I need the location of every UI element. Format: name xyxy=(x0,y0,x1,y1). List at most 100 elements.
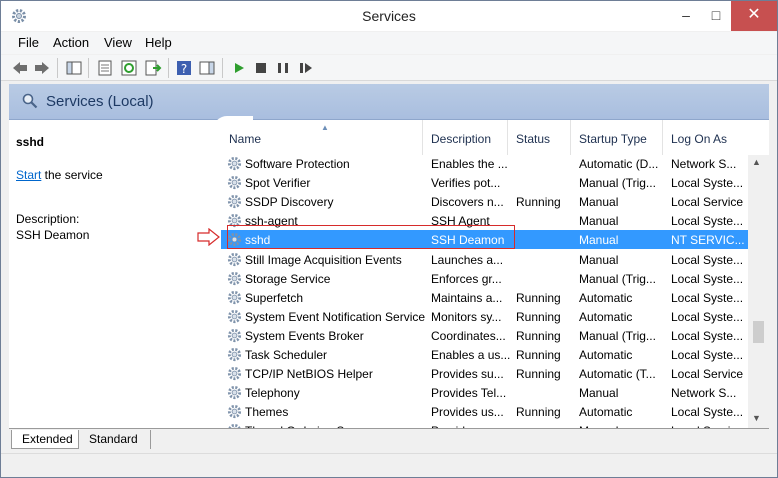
service-gear-icon xyxy=(227,252,242,267)
service-status-cell: Running xyxy=(516,195,561,210)
service-description-cell: Monitors sy... xyxy=(431,309,502,324)
service-startup-cell: Automatic (D... xyxy=(579,157,659,171)
menu-bar: File Action View Help xyxy=(1,32,777,54)
service-name-cell: sshd xyxy=(245,233,271,248)
close-button[interactable]: ✕ xyxy=(731,1,777,31)
service-gear-icon xyxy=(227,175,242,190)
table-row[interactable]: TCP/IP NetBIOS Helper Provides su... Runni… xyxy=(221,364,748,383)
service-startup-cell: Automatic xyxy=(579,348,633,362)
maximize-button[interactable]: □ xyxy=(701,1,731,31)
service-logon-cell: Network S... xyxy=(671,386,737,401)
table-row[interactable]: SSDP Discovery Discovers n... Running Manua… xyxy=(221,192,748,211)
description-value: SSH Deamon xyxy=(16,228,90,242)
description-pane: sshd Start the service Description: SSH … xyxy=(9,120,221,428)
column-name-label: Name xyxy=(229,132,262,146)
service-logon-cell: NT SERVIC... xyxy=(671,233,745,248)
annotation-arrow-icon xyxy=(197,228,220,246)
service-logon-cell: Network S... xyxy=(671,157,737,171)
menu-file[interactable]: File xyxy=(18,35,39,50)
refresh-icon[interactable] xyxy=(120,59,138,77)
service-startup-cell: Automatic xyxy=(579,309,633,324)
service-status-cell: Running xyxy=(516,290,561,305)
tab-extended[interactable]: Extended xyxy=(11,430,79,449)
service-name-cell: ssh-agent xyxy=(245,214,298,229)
service-description-cell: Enables the ... xyxy=(431,157,508,171)
service-logon-cell: Local Syste... xyxy=(671,290,744,305)
column-header-name[interactable]: ▲ Name xyxy=(221,120,423,155)
table-row[interactable]: Thread Ordering ServerProvides or...Manu… xyxy=(221,421,748,428)
service-gear-icon xyxy=(227,385,242,400)
table-row[interactable]: Superfetch Maintains a... Running Automatic… xyxy=(221,288,748,307)
column-header-status[interactable]: Status xyxy=(508,120,571,155)
service-gear-icon xyxy=(227,290,242,305)
table-row[interactable]: Themes Provides us... Running Automatic Loca… xyxy=(221,402,748,421)
table-row[interactable]: Spot Verifier Verifies pot... Manual (Trig… xyxy=(221,173,748,192)
scroll-down-icon[interactable]: ▼ xyxy=(752,413,761,423)
service-name-cell: System Events Broker xyxy=(245,328,364,343)
table-row[interactable]: sshd SSH Deamon Manual NT SERVIC... xyxy=(221,230,748,250)
table-row[interactable]: Task Scheduler Enables a us... Running Auto… xyxy=(221,345,748,364)
minimize-button[interactable]: – xyxy=(671,1,701,31)
search-magnifier-icon xyxy=(22,93,38,109)
table-row[interactable]: Storage Service Enforces gr... Manual (Tri… xyxy=(221,269,748,288)
menu-help[interactable]: Help xyxy=(145,35,172,50)
start-service-line: Start the service xyxy=(16,168,103,182)
service-name-cell: System Event Notification Service xyxy=(245,309,425,324)
table-row[interactable]: Telephony Provides Tel... Manual Network S.… xyxy=(221,383,748,402)
services-window: Services – □ ✕ File Action View Help ? S… xyxy=(0,0,778,478)
service-startup-cell: Manual (Trig... xyxy=(579,328,656,343)
service-gear-icon xyxy=(227,328,242,343)
start-service-link[interactable]: Start xyxy=(16,168,41,182)
export-list-icon[interactable] xyxy=(144,59,162,77)
column-header-startup-type[interactable]: Startup Type xyxy=(571,120,663,155)
help-icon[interactable]: ? xyxy=(175,59,193,77)
stop-service-icon[interactable] xyxy=(252,59,270,77)
service-gear-icon xyxy=(227,194,242,209)
column-header-description[interactable]: Description xyxy=(423,120,508,155)
vertical-scrollbar[interactable]: ▲ ▼ xyxy=(748,155,769,428)
back-arrow-icon[interactable] xyxy=(11,59,29,77)
service-gear-icon xyxy=(227,366,242,381)
scroll-up-icon[interactable]: ▲ xyxy=(752,157,761,167)
scrollbar-thumb[interactable] xyxy=(753,321,764,343)
service-status-cell: Running xyxy=(516,348,561,362)
start-service-icon[interactable] xyxy=(230,59,248,77)
service-logon-cell: Local Syste... xyxy=(671,348,744,362)
show-action-pane-icon[interactable] xyxy=(198,59,216,77)
service-startup-cell: Manual xyxy=(579,233,619,248)
tab-standard[interactable]: Standard xyxy=(79,430,151,449)
pause-service-icon[interactable] xyxy=(274,59,292,77)
menu-view[interactable]: View xyxy=(104,35,132,50)
description-label: Description: xyxy=(16,212,80,226)
service-gear-icon xyxy=(227,271,242,286)
properties-icon[interactable] xyxy=(96,59,114,77)
service-logon-cell: Local Syste... xyxy=(671,214,744,229)
service-description-cell: Provides su... xyxy=(431,367,504,382)
table-row[interactable]: Still Image Acquisition Events Launches a… xyxy=(221,250,748,269)
table-row[interactable]: System Event Notification Service Monitor… xyxy=(221,307,748,326)
services-local-header: Services (Local) xyxy=(9,84,769,120)
service-description-cell: Launches a... xyxy=(431,252,504,267)
table-row[interactable]: Software Protection Enables the ... Automa… xyxy=(221,154,748,173)
column-header-log-on-as[interactable]: Log On As xyxy=(663,120,748,155)
show-hide-console-tree-icon[interactable] xyxy=(65,59,83,77)
service-gear-icon xyxy=(227,309,242,324)
table-row[interactable]: ssh-agent SSH Agent Manual Local Syste... xyxy=(221,211,748,230)
column-startup-type-label: Startup Type xyxy=(579,132,647,146)
status-bar xyxy=(1,453,777,477)
service-startup-cell: Automatic xyxy=(579,405,633,420)
view-tabs: Extended Standard xyxy=(9,428,769,450)
forward-arrow-icon[interactable] xyxy=(33,59,51,77)
service-description-cell: SSH Deamon xyxy=(431,233,505,248)
service-logon-cell: Local Syste... xyxy=(671,328,744,343)
service-logon-cell: Local Service xyxy=(671,367,744,382)
service-name-cell: SSDP Discovery xyxy=(245,195,334,210)
service-status-cell: Running xyxy=(516,367,561,382)
restart-service-icon[interactable] xyxy=(296,59,314,77)
table-row[interactable]: System Events Broker Coordinates... Runnin… xyxy=(221,326,748,345)
title-bar[interactable]: Services – □ ✕ xyxy=(1,1,777,31)
column-description-label: Description xyxy=(431,132,492,146)
header-title: Services (Local) xyxy=(46,93,154,110)
menu-action[interactable]: Action xyxy=(53,35,89,50)
service-status-cell: Running xyxy=(516,405,561,420)
